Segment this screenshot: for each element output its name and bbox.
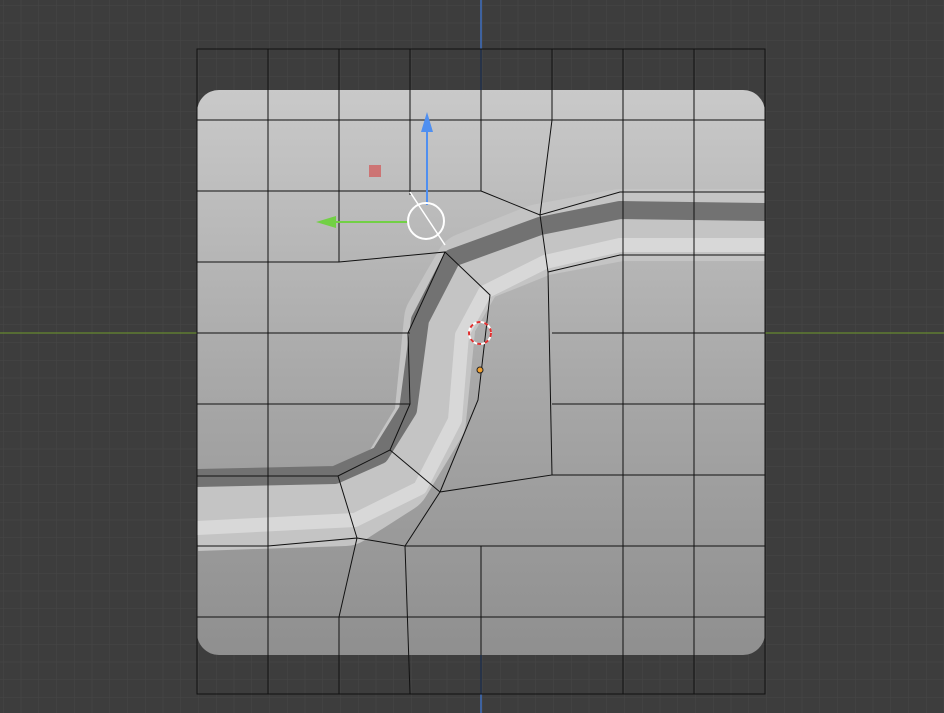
viewport-canvas[interactable]: [0, 0, 944, 713]
3d-viewport[interactable]: [0, 0, 944, 713]
plane-handle-icon[interactable]: [369, 165, 381, 177]
origin-dot-icon: [476, 366, 484, 374]
